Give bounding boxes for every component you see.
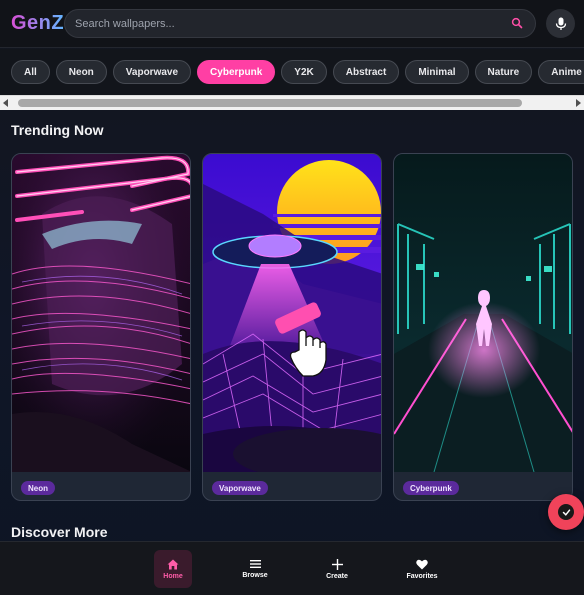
trending-title: Trending Now [11, 122, 104, 138]
scroll-right-arrow-icon[interactable] [576, 99, 581, 107]
discover-title: Discover More [11, 524, 108, 540]
heart-icon [416, 559, 428, 569]
floating-action-button[interactable] [548, 494, 584, 530]
category-chip-cyberpunk[interactable]: Cyberpunk [197, 60, 276, 84]
plus-icon [331, 558, 343, 570]
category-chip-vaporwave[interactable]: Vaporwave [112, 60, 192, 84]
app-root: GenZ AllNeonVaporwaveCyberpunkY2KAbstrac… [0, 0, 584, 595]
category-chip-all[interactable]: All [11, 60, 50, 84]
category-bar: All Neon Vaporwave Cyberpunk Y2K Abstract Mini… [0, 49, 584, 95]
scrollbar-thumb[interactable] [18, 99, 522, 107]
nav-label-browse: Browse [242, 572, 268, 579]
microphone-icon [555, 17, 566, 30]
header: GenZ [0, 0, 584, 48]
wallpaper-card-cyberpunk[interactable]: Cyberpunk [393, 153, 573, 501]
category-scrollbar[interactable] [0, 95, 584, 110]
search-input[interactable] [75, 16, 495, 32]
search-icon[interactable] [511, 17, 523, 29]
search-bar[interactable] [64, 9, 536, 38]
voice-search-button[interactable] [546, 9, 575, 38]
category-chip-nature[interactable]: Nature [474, 60, 533, 84]
category-chip-y2k[interactable]: Y2K [281, 60, 327, 84]
nav-label-favorites: Favorites [406, 572, 438, 580]
nav-item-create[interactable]: Create [318, 550, 356, 588]
wallpaper-image-vaporwave[interactable] [203, 154, 381, 472]
nav-label-home: Home [163, 572, 183, 580]
category-chips: All Neon Vaporwave Cyberpunk Y2K Abstract Mini… [11, 60, 584, 84]
nav-item-home[interactable]: Home [154, 550, 192, 588]
wallpaper-tag: Vaporwave [212, 481, 268, 495]
category-chip-anime[interactable]: Anime [538, 60, 584, 84]
wallpaper-card-vaporwave[interactable]: Vaporwave [202, 153, 382, 501]
checkmark-icon [558, 504, 574, 520]
category-chip-abstract[interactable]: Abstract [332, 60, 400, 84]
wallpaper-tag: Neon [21, 481, 55, 495]
wallpaper-image-cyberpunk[interactable] [394, 154, 572, 472]
menu-icon [249, 560, 261, 568]
home-icon [167, 559, 179, 569]
nav-item-favorites[interactable]: Favorites [403, 550, 441, 588]
category-chip-minimal[interactable]: Minimal [405, 60, 469, 84]
nav-item-browse[interactable]: Browse [236, 550, 274, 588]
app-logo[interactable]: GenZ [11, 12, 64, 35]
nav-label-create: Create [326, 572, 348, 580]
category-chip-neon[interactable]: Neon [55, 60, 107, 84]
bottom-nav: Home Browse Create Favorites [0, 541, 584, 595]
wallpaper-card-neon[interactable]: Neon [11, 153, 191, 501]
wallpaper-image-neon[interactable] [12, 154, 190, 472]
wallpaper-tag: Cyberpunk [403, 481, 459, 495]
scroll-left-arrow-icon[interactable] [3, 99, 8, 107]
